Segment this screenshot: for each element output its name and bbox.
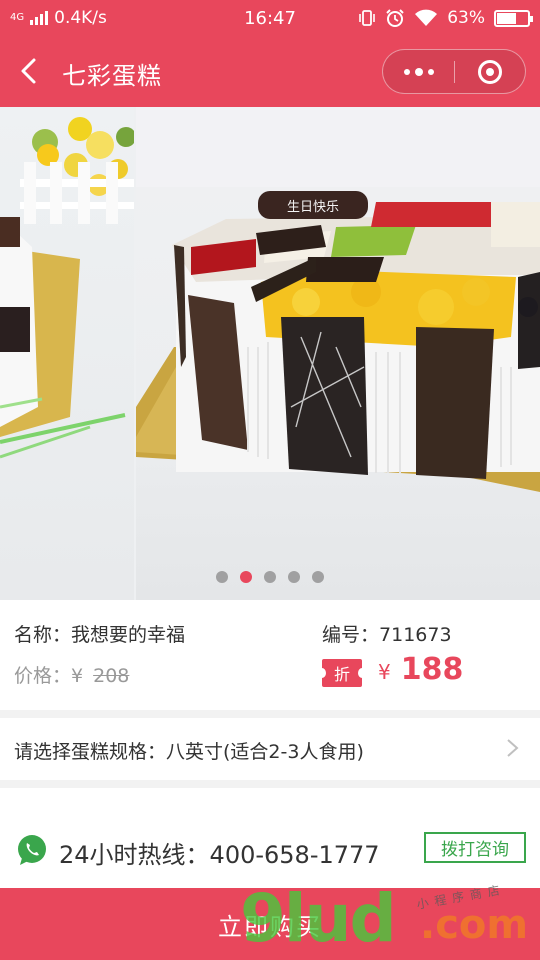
hotline-text: 24小时热线：400-658-1777 <box>59 835 380 870</box>
buy-now-button[interactable]: 立即购买 <box>0 888 540 960</box>
sale-price-value: 188 <box>400 652 464 687</box>
product-info-card: 名称：我想要的幸福 编号：711673 价格：¥ 208 折 ¥188 <box>0 600 540 710</box>
status-bar: 4G 0.4K/s 16:47 63% <box>0 0 540 36</box>
hotline-label: 24小时热线： <box>59 841 210 869</box>
spec-prompt: 请选择蛋糕规格： <box>14 741 167 763</box>
hotline-section: 24小时热线：400-658-1777 拨打咨询 <box>0 788 540 888</box>
carousel-dot[interactable] <box>264 571 276 583</box>
vibrate-icon <box>359 10 376 26</box>
app-header: 4G 0.4K/s 16:47 63% 七彩蛋糕 <box>0 0 540 107</box>
carousel-slide-previous <box>0 107 134 600</box>
battery-icon <box>494 9 533 27</box>
more-options-icon[interactable] <box>383 50 454 93</box>
hotline-number: 400-658-1777 <box>209 841 380 869</box>
product-name-label: 名称： <box>14 624 72 646</box>
flower-cake-image <box>0 117 134 459</box>
wechat-phone-icon <box>18 835 46 865</box>
original-price-label: 价格： <box>14 665 72 687</box>
spec-value: 八英寸(适合2-3人食用) <box>166 741 364 763</box>
product-code-label: 编号： <box>322 624 380 646</box>
fruit-cake-image: 生日快乐 <box>136 107 540 492</box>
carousel-dot[interactable] <box>216 571 228 583</box>
product-code: 编号：711673 <box>322 620 452 647</box>
carousel-dot[interactable] <box>288 571 300 583</box>
call-consult-button[interactable]: 拨打咨询 <box>424 832 526 863</box>
battery-fill <box>497 12 516 24</box>
status-right: 63% <box>358 8 533 28</box>
wifi-icon <box>415 9 438 26</box>
cake-plaque-text: 生日快乐 <box>287 200 339 215</box>
capsule-divider <box>454 61 455 83</box>
product-name: 名称：我想要的幸福 <box>14 620 185 647</box>
carousel-slide-current: 生日快乐 <box>136 107 540 600</box>
miniprogram-capsule <box>382 49 526 94</box>
carousel-dot[interactable] <box>240 571 252 583</box>
chevron-right-icon <box>507 739 519 757</box>
sale-price: ¥188 <box>378 652 463 687</box>
page-title: 七彩蛋糕 <box>62 62 162 90</box>
spec-selector[interactable]: 请选择蛋糕规格：八英寸(适合2-3人食用) <box>0 718 540 780</box>
discount-tag-label: 折 <box>333 665 350 684</box>
carousel-dot[interactable] <box>312 571 324 583</box>
product-code-value: 711673 <box>379 624 452 646</box>
back-arrow-icon[interactable] <box>14 55 46 87</box>
nav-bar: 七彩蛋糕 <box>0 38 540 104</box>
alarm-icon <box>386 9 404 27</box>
carousel-indicators[interactable] <box>0 571 540 583</box>
product-name-value: 我想要的幸福 <box>71 624 186 646</box>
sale-price-currency: ¥ <box>378 660 391 684</box>
battery-percent: 63% <box>447 8 485 28</box>
original-price: 价格：¥ 208 <box>14 661 129 688</box>
spec-label: 请选择蛋糕规格：八英寸(适合2-3人食用) <box>14 737 364 764</box>
close-miniprogram-icon[interactable] <box>478 60 502 84</box>
original-price-value: 208 <box>93 665 130 687</box>
original-price-currency: ¥ <box>71 665 84 687</box>
product-image-carousel[interactable]: 生日快乐 <box>0 107 540 600</box>
discount-tag-icon: 折 <box>318 659 366 687</box>
